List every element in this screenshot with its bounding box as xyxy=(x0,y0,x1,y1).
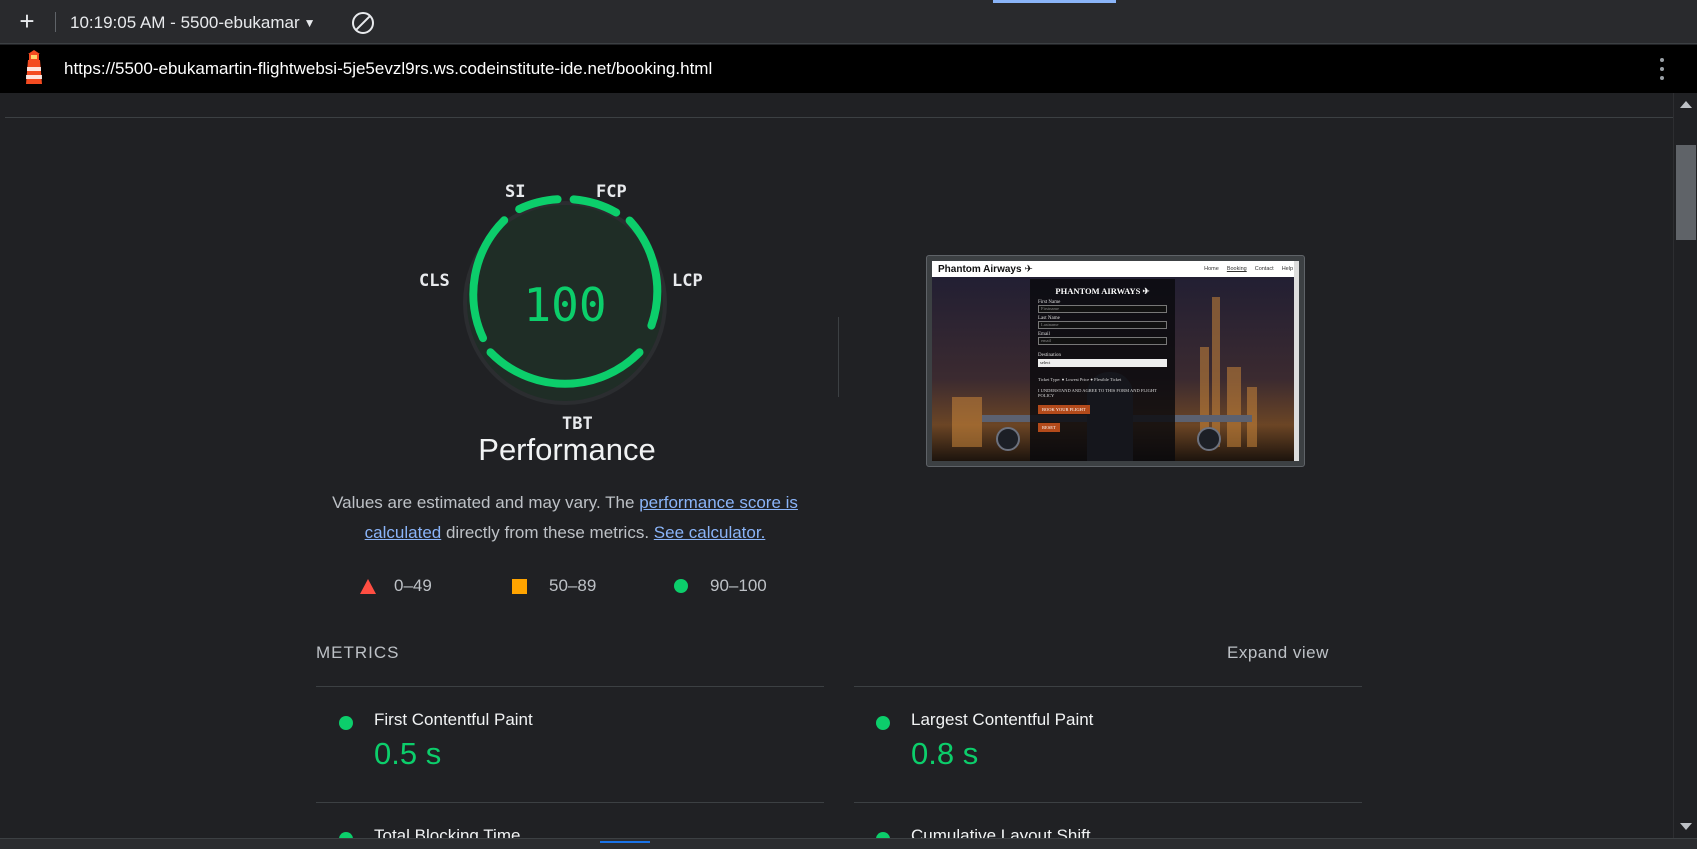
thumb-form-title: PHANTOM AIRWAYS ✈ xyxy=(1055,286,1150,296)
thumb-field-input: Lastname xyxy=(1038,321,1167,329)
desc-text-1: Values are estimated and may vary. The xyxy=(332,493,640,512)
metric-title: Total Blocking Time xyxy=(374,826,521,838)
metrics-header: METRICS xyxy=(316,643,400,662)
report-content: 100 SI FCP CLS LCP TBT Performance Value… xyxy=(5,93,1673,838)
metric-value: 0.8 s xyxy=(911,736,979,771)
thumb-field-input: email xyxy=(1038,337,1167,345)
more-options-icon[interactable] xyxy=(1652,53,1672,85)
metric-divider xyxy=(854,686,1362,687)
scroll-up-arrow-icon[interactable] xyxy=(1680,101,1692,108)
legend-range: 0–49 xyxy=(394,576,432,595)
thumb-nav-contact: Contact xyxy=(1254,266,1274,272)
legend-range: 50–89 xyxy=(549,576,597,595)
thumb-reset-button: RESET xyxy=(1038,423,1060,432)
thumb-nav-home: Home xyxy=(1204,266,1219,272)
devtools-toolbar: + 10:19:05 AM - 5500-ebukamar ▼ xyxy=(0,0,1697,44)
toolbar-divider xyxy=(55,12,56,32)
metric-divider xyxy=(316,686,824,687)
gauge-label-cls: CLS xyxy=(419,271,450,291)
clear-block-icon[interactable] xyxy=(352,12,374,34)
thumb-scrollbar xyxy=(1294,261,1299,461)
report-session-dropdown[interactable]: 10:19:05 AM - 5500-ebukamar ▼ xyxy=(70,13,316,33)
metric-title: Cumulative Layout Shift xyxy=(911,826,1091,838)
legend-range: 90–100 xyxy=(710,576,767,595)
thumb-brand: Phantom Airways ✈ xyxy=(938,263,1033,275)
thumb-booking-form: PHANTOM AIRWAYS ✈ First Name Firstname L… xyxy=(1030,279,1175,461)
desc-text-2: directly from these metrics. xyxy=(441,523,654,542)
gauge-label-lcp: LCP xyxy=(672,271,703,291)
thumb-destination-select: select xyxy=(1038,359,1167,367)
gauge-label-si: SI xyxy=(505,182,526,202)
see-calculator-link[interactable]: See calculator. xyxy=(654,523,766,542)
thumb-nav-links: Home Booking Contact Help xyxy=(1204,266,1293,272)
final-screenshot-thumbnail[interactable]: Phantom Airways ✈ Home Booking Contact H… xyxy=(926,255,1305,467)
gauge-ring: 100 xyxy=(463,195,667,405)
thumb-agree-text: I UNDERSTAND AND AGREE TO THIS FORM AND … xyxy=(1038,388,1157,398)
thumb-book-button: BOOK YOUR FLIGHT xyxy=(1038,405,1090,414)
vertical-divider xyxy=(838,317,839,397)
thumb-navbar: Phantom Airways ✈ Home Booking Contact H… xyxy=(932,261,1299,277)
session-label: 10:19:05 AM - 5500-ebukamar xyxy=(70,13,300,32)
performance-gauge: 100 xyxy=(445,183,685,423)
score-legend: 0–49 50–89 90–100 xyxy=(360,576,767,596)
scrollbar-thumb[interactable] xyxy=(1676,145,1696,240)
report-url: https://5500-ebukamartin-flightwebsi-5je… xyxy=(64,59,713,78)
section-divider xyxy=(5,117,1673,118)
category-description: Values are estimated and may vary. The p… xyxy=(320,488,810,548)
new-report-button[interactable]: + xyxy=(14,8,40,35)
metric-value: 0.5 s xyxy=(374,736,442,771)
triangle-icon xyxy=(360,578,376,594)
legend-item-pass: 90–100 xyxy=(674,576,767,596)
thumb-nav-booking: Booking xyxy=(1226,266,1247,272)
legend-item-average: 50–89 xyxy=(512,576,674,596)
expand-view-toggle[interactable]: Expand view xyxy=(1227,643,1329,663)
circle-icon xyxy=(674,579,688,593)
metric-title: Largest Contentful Paint xyxy=(911,710,1094,729)
bottom-status-strip xyxy=(0,838,1697,849)
lighthouse-icon xyxy=(26,50,42,84)
pass-circle-icon xyxy=(876,716,890,730)
metric-title: First Contentful Paint xyxy=(374,710,533,729)
thumb-field-input: Firstname xyxy=(1038,305,1167,313)
bottom-accent-bar xyxy=(600,841,650,843)
thumb-nav-help: Help xyxy=(1281,266,1293,272)
report-url-bar: https://5500-ebukamartin-flightwebsi-5je… xyxy=(0,45,1697,93)
square-icon xyxy=(512,578,527,594)
legend-item-fail: 0–49 xyxy=(360,576,512,596)
chevron-down-icon: ▼ xyxy=(303,16,316,30)
vertical-scrollbar[interactable] xyxy=(1673,93,1697,838)
scroll-down-arrow-icon[interactable] xyxy=(1680,823,1692,830)
metric-divider xyxy=(316,802,824,803)
thumb-ticket-type: Ticket Type: ● Lowest Price ● Flexible T… xyxy=(1038,377,1122,382)
gauge-label-fcp: FCP xyxy=(596,182,627,202)
metric-divider xyxy=(854,802,1362,803)
gauge-label-tbt: TBT xyxy=(562,414,593,434)
pass-circle-icon xyxy=(339,716,353,730)
gauge-score: 100 xyxy=(523,278,606,332)
thumb-destination-label: Destination xyxy=(1038,353,1062,358)
screenshot-frame: Phantom Airways ✈ Home Booking Contact H… xyxy=(932,261,1299,461)
active-tab-indicator xyxy=(993,0,1116,3)
